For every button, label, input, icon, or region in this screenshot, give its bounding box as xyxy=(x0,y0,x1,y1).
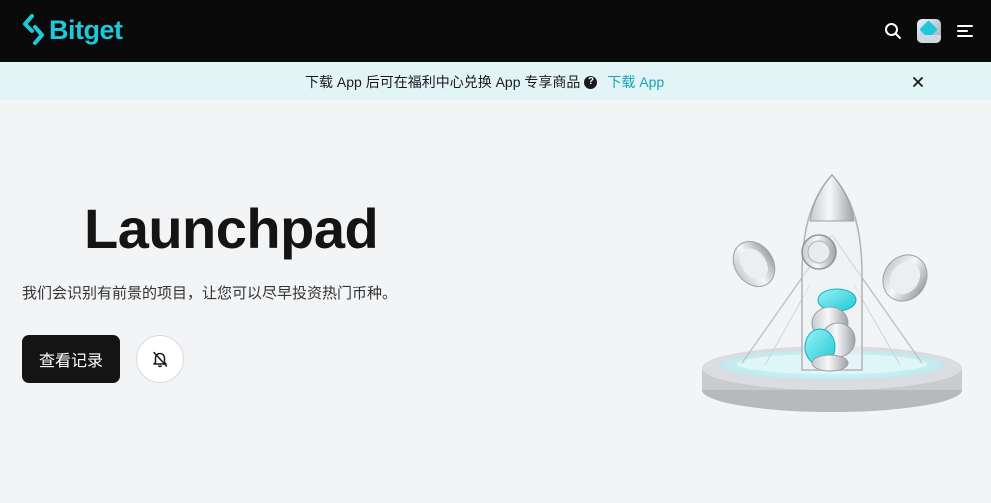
promo-banner: 下载 App 后可在福利中心兑换 App 专享商品 ? 下载 App xyxy=(0,62,991,100)
close-icon xyxy=(913,77,923,87)
banner-text: 下载 App 后可在福利中心兑换 App 专享商品 xyxy=(305,74,581,90)
page-subtitle: 我们会识别有前景的项目，让您可以尽早投资热门币种。 xyxy=(22,285,398,302)
search-icon xyxy=(885,23,901,39)
menu-button[interactable] xyxy=(951,17,979,45)
search-button[interactable] xyxy=(879,17,907,45)
top-navbar: Bitget xyxy=(0,0,991,62)
banner-content: 下载 App 后可在福利中心兑换 App 专享商品 ? 下载 App xyxy=(305,72,664,92)
view-history-button[interactable]: 查看记录 xyxy=(22,335,120,383)
help-icon[interactable]: ? xyxy=(584,75,598,89)
avatar xyxy=(917,19,941,43)
download-app-link[interactable]: 下载 App xyxy=(607,72,664,92)
rocket-launch-illustration xyxy=(702,173,962,412)
user-avatar-button[interactable] xyxy=(915,17,943,45)
bitget-logo[interactable]: Bitget xyxy=(22,14,123,46)
brand-name: Bitget xyxy=(49,14,123,45)
bell-off-icon xyxy=(153,351,168,368)
bitget-logo-icon xyxy=(23,14,44,45)
notification-toggle-button[interactable] xyxy=(136,335,184,383)
page-title: Launchpad xyxy=(84,197,379,260)
menu-icon xyxy=(957,25,973,37)
banner-close-button[interactable] xyxy=(908,72,928,92)
